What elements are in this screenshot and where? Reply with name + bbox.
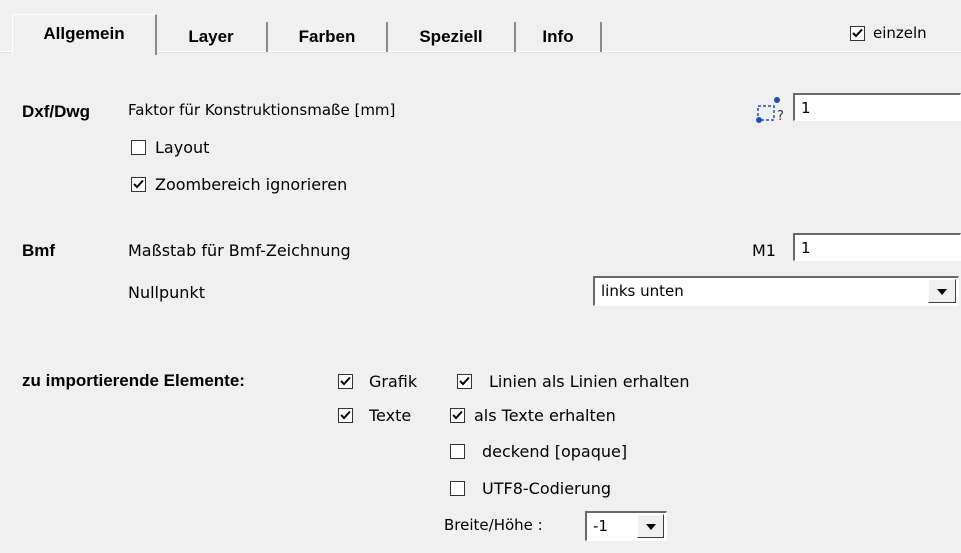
grafik-label: Grafik: [369, 372, 418, 391]
svg-text:?: ?: [777, 109, 784, 124]
checkmark-icon: [852, 28, 863, 38]
scale-label: Maßstab für Bmf-Zeichnung: [128, 241, 351, 260]
origin-dropdown-button[interactable]: [928, 279, 956, 303]
linien-checkbox[interactable]: [457, 374, 472, 389]
tab-allgemein[interactable]: Allgemein: [12, 14, 157, 55]
origin-select[interactable]: links unten: [593, 276, 959, 306]
tab-farben[interactable]: Farben: [268, 22, 388, 52]
layout-checkbox[interactable]: [131, 140, 146, 155]
layout-label: Layout: [155, 138, 210, 157]
chevron-down-icon: [937, 289, 947, 295]
tab-layer[interactable]: Layer: [156, 22, 268, 52]
linien-label: Linien als Linien erhalten: [489, 372, 690, 391]
measure-pick-icon[interactable]: ?: [755, 92, 793, 126]
tab-info[interactable]: Info: [516, 22, 602, 52]
deckend-label: deckend [opaque]: [482, 442, 628, 461]
als-texte-label: als Texte erhalten: [474, 406, 616, 425]
texte-checkbox[interactable]: [338, 408, 353, 423]
scale-input[interactable]: 1: [793, 233, 961, 261]
einzeln-checkbox[interactable]: [850, 26, 865, 41]
deckend-checkbox[interactable]: [450, 444, 465, 459]
checkmark-icon: [340, 376, 351, 386]
zoom-checkbox[interactable]: [131, 177, 146, 192]
texte-label: Texte: [369, 406, 412, 425]
origin-select-value: links unten: [601, 282, 684, 300]
zoom-label: Zoombereich ignorieren: [155, 175, 348, 194]
scale-prefix: M1: [752, 241, 776, 260]
factor-label: Faktor für Konstruktionsmaße [mm]: [128, 101, 396, 119]
size-dropdown-button[interactable]: [637, 514, 664, 538]
bmf-section-label: Bmf: [22, 241, 56, 260]
import-section-label: zu importierende Elemente:: [22, 371, 245, 390]
tab-speziell[interactable]: Speziell: [388, 22, 516, 52]
tab-strip: Allgemein Layer Farben Speziell Info: [0, 0, 961, 62]
checkmark-icon: [340, 410, 351, 420]
einzeln-label: einzeln: [873, 24, 927, 42]
checkmark-icon: [459, 376, 470, 386]
als-texte-checkbox[interactable]: [450, 408, 465, 423]
grafik-checkbox[interactable]: [338, 374, 353, 389]
factor-input[interactable]: 1: [793, 93, 961, 121]
chevron-down-icon: [645, 524, 656, 530]
utf8-label: UTF8-Codierung: [482, 479, 612, 498]
size-select-value: -1: [593, 517, 608, 535]
utf8-checkbox[interactable]: [450, 481, 465, 496]
size-label: Breite/Höhe :: [444, 516, 543, 534]
dxf-section-label: Dxf/Dwg: [22, 102, 90, 121]
checkmark-icon: [452, 410, 463, 420]
checkmark-icon: [133, 179, 144, 189]
origin-label: Nullpunkt: [128, 283, 205, 302]
